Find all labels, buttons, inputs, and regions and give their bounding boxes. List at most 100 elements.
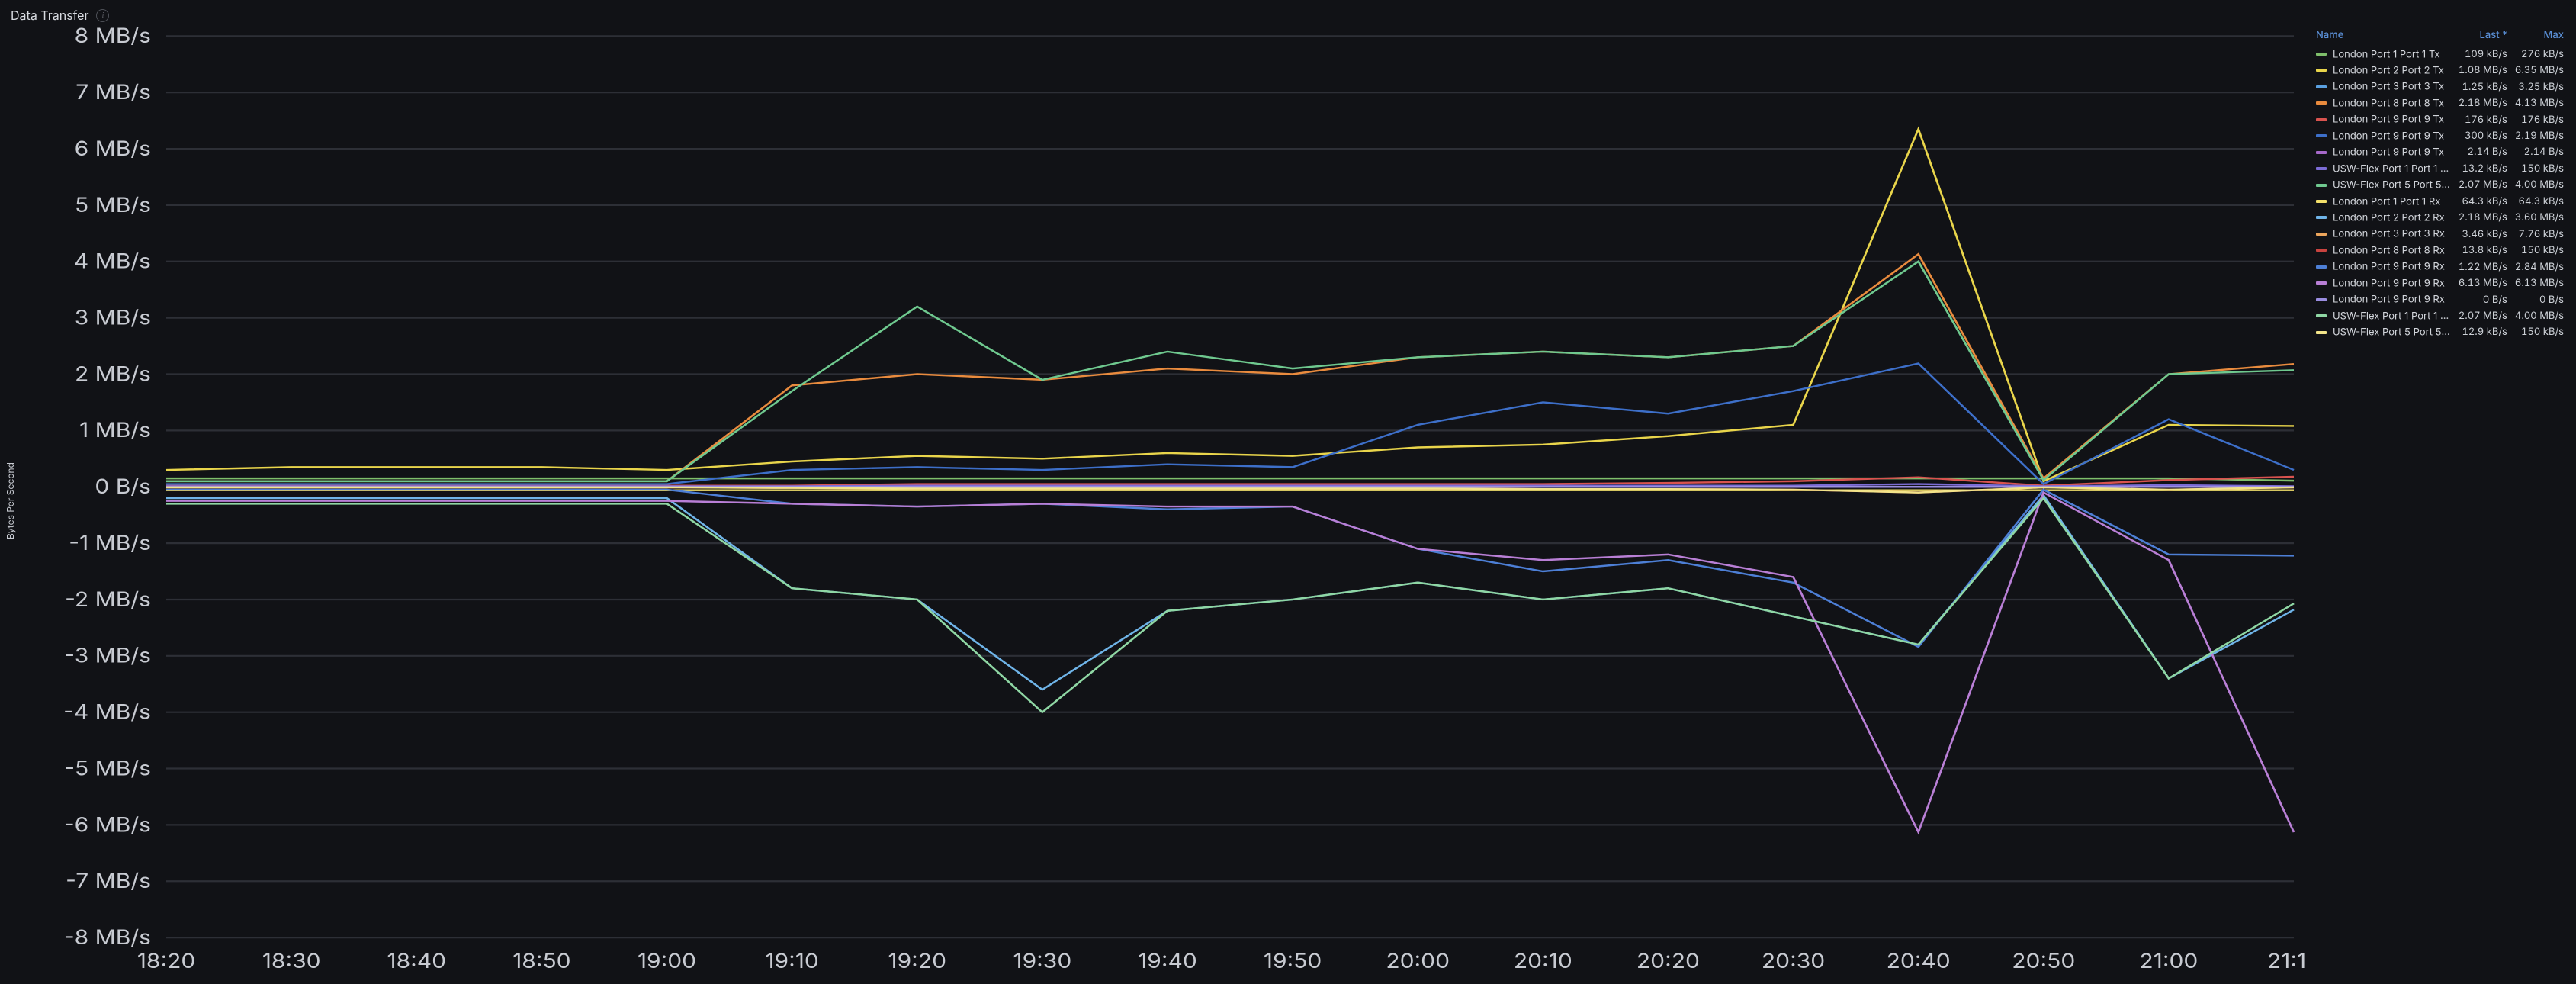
legend-series-last: 3.46 kB/s [2456,226,2512,242]
legend-row[interactable]: London Port 9 Port 9 Rx 6.13 MB/s6.13 MB/… [2313,275,2568,291]
legend-series-name: London Port 9 Port 9 Tx [2333,114,2444,126]
legend-row[interactable]: London Port 1 Port 1 Rx64.3 kB/s64.3 kB/… [2313,193,2568,209]
legend-series-name: London Port 9 Port 9 Tx [2333,130,2444,142]
svg-text:-5 MB/s: -5 MB/s [64,756,151,780]
svg-text:18:20: 18:20 [137,949,196,973]
legend-series-name: London Port 1 Port 1 Tx [2333,48,2440,60]
svg-text:18:30: 18:30 [262,949,321,973]
legend-series-last: 176 kB/s [2456,111,2512,127]
legend-header-max[interactable]: Max [2512,26,2568,46]
svg-text:19:10: 19:10 [765,949,819,973]
legend-header-last[interactable]: Last * [2456,26,2512,46]
legend-series-max: 150 kB/s [2512,160,2568,176]
legend-swatch [2316,101,2327,105]
panel-body: Bytes Per Second 8 MB/s7 MB/s6 MB/s5 MB/… [0,23,2576,982]
legend-header-name[interactable]: Name [2313,26,2456,46]
legend-series-name: USW-Flex Port 1 Port 1 Rx [2333,310,2452,322]
legend-row[interactable]: London Port 9 Port 9 Tx300 kB/s2.19 MB/s [2313,127,2568,143]
panel-title: Data Transfer [11,8,88,23]
legend-series-max: 4.00 MB/s [2512,307,2568,323]
svg-text:20:30: 20:30 [1762,949,1825,973]
svg-text:20:20: 20:20 [1636,949,1700,973]
legend-series-max: 4.13 MB/s [2512,95,2568,111]
svg-text:6 MB/s: 6 MB/s [75,137,151,161]
legend-series-max: 2.14 B/s [2512,144,2568,160]
legend-swatch [2316,331,2327,334]
legend-series-last: 2.07 MB/s [2456,177,2512,193]
legend-series-last: 13.2 kB/s [2456,160,2512,176]
legend-swatch [2316,265,2327,269]
legend-series-max: 3.60 MB/s [2512,210,2568,226]
legend-row[interactable]: USW-Flex Port 5 Port 5 Tx2.07 MB/s4.00 M… [2313,177,2568,193]
svg-text:-2 MB/s: -2 MB/s [65,587,151,611]
legend-series-max: 150 kB/s [2512,242,2568,258]
panel-header: Data Transfer i [0,0,2576,23]
legend-row[interactable]: London Port 3 Port 3 Tx1.25 kB/s3.25 kB/… [2313,79,2568,95]
svg-text:-7 MB/s: -7 MB/s [66,869,151,893]
svg-text:5 MB/s: 5 MB/s [75,192,151,217]
svg-text:20:10: 20:10 [1514,949,1572,973]
legend-series-max: 6.35 MB/s [2512,62,2568,78]
legend-row[interactable]: London Port 3 Port 3 Rx3.46 kB/s7.76 kB/… [2313,226,2568,242]
legend-row[interactable]: London Port 9 Port 9 Rx1.22 MB/s2.84 MB/… [2313,259,2568,275]
legend-row[interactable]: London Port 8 Port 8 Tx2.18 MB/s4.13 MB/… [2313,95,2568,111]
legend-row[interactable]: USW-Flex Port 1 Port 1 Rx2.07 MB/s4.00 M… [2313,307,2568,323]
legend-series-name: London Port 8 Port 8 Tx [2333,97,2444,109]
legend-series-last: 6.13 MB/s [2456,275,2512,291]
legend-row[interactable]: London Port 8 Port 8 Rx 13.8 kB/s150 kB/s [2313,242,2568,258]
legend-series-last: 2.18 MB/s [2456,210,2512,226]
legend-swatch [2316,134,2327,137]
legend-swatch [2316,200,2327,203]
legend-row[interactable]: London Port 1 Port 1 Tx109 kB/s276 kB/s [2313,46,2568,62]
legend-series-max: 0 B/s [2512,291,2568,307]
legend-row[interactable]: London Port 2 Port 2 Tx 1.08 MB/s6.35 MB/… [2313,62,2568,78]
svg-text:20:40: 20:40 [1887,949,1951,973]
svg-text:19:50: 19:50 [1264,949,1322,973]
legend-series-name: London Port 9 Port 9 Rx [2333,294,2445,306]
legend-series-max: 64.3 kB/s [2512,193,2568,209]
legend-series-name: London Port 2 Port 2 Tx [2333,64,2444,76]
svg-text:8 MB/s: 8 MB/s [75,26,151,48]
svg-text:-3 MB/s: -3 MB/s [64,643,151,667]
svg-text:-8 MB/s: -8 MB/s [64,925,151,950]
svg-text:1 MB/s: 1 MB/s [79,418,151,442]
legend-row[interactable]: London Port 9 Port 9 Rx 0 B/s0 B/s [2313,291,2568,307]
legend-series-last: 1.08 MB/s [2456,62,2512,78]
legend-swatch [2316,216,2327,219]
legend-series-max: 150 kB/s [2512,324,2568,340]
legend-row[interactable]: USW-Flex Port 5 Port 5 Rx12.9 kB/s150 kB… [2313,324,2568,340]
legend-row[interactable]: London Port 9 Port 9 Tx176 kB/s176 kB/s [2313,111,2568,127]
legend-series-name: London Port 8 Port 8 Rx [2333,244,2445,256]
legend-series-last: 0 B/s [2456,291,2512,307]
legend-series-name: London Port 9 Port 9 Rx [2333,261,2445,273]
legend-series-name: London Port 9 Port 9 Tx [2333,146,2444,159]
svg-text:18:40: 18:40 [387,949,446,973]
info-icon[interactable]: i [96,9,109,22]
legend-series-max: 276 kB/s [2512,46,2568,62]
legend-series-name: London Port 9 Port 9 Rx [2333,277,2445,289]
legend-series-max: 6.13 MB/s [2512,275,2568,291]
legend-series-last: 12.9 kB/s [2456,324,2512,340]
svg-text:20:00: 20:00 [1386,949,1450,973]
legend-series-name: USW-Flex Port 1 Port 1 Tx [2333,162,2452,175]
legend-row[interactable]: London Port 2 Port 2 Rx 2.18 MB/s3.60 MB/… [2313,210,2568,226]
legend-series-name: London Port 1 Port 1 Rx [2333,195,2440,207]
legend-swatch [2316,298,2327,301]
svg-text:2 MB/s: 2 MB/s [75,362,151,386]
legend-series-name: London Port 2 Port 2 Rx [2333,211,2445,223]
legend-series-last: 13.8 kB/s [2456,242,2512,258]
legend-series-name: USW-Flex Port 5 Port 5 Tx [2333,178,2456,191]
legend-series-name: London Port 3 Port 3 Tx [2333,81,2444,93]
svg-text:-6 MB/s: -6 MB/s [64,812,151,837]
svg-text:19:40: 19:40 [1138,949,1197,973]
svg-text:21:10: 21:10 [2267,949,2305,973]
legend-series-max: 3.25 kB/s [2512,79,2568,95]
legend-swatch [2316,85,2327,88]
legend-series-name: USW-Flex Port 5 Port 5 Rx [2333,326,2456,338]
plot-area[interactable]: 8 MB/s7 MB/s6 MB/s5 MB/s4 MB/s3 MB/s2 MB… [18,26,2305,975]
svg-text:20:50: 20:50 [2012,949,2075,973]
legend-row[interactable]: London Port 9 Port 9 Tx2.14 B/s2.14 B/s [2313,144,2568,160]
legend-series-last: 1.22 MB/s [2456,259,2512,275]
legend-swatch [2316,151,2327,154]
legend-row[interactable]: USW-Flex Port 1 Port 1 Tx 13.2 kB/s150 kB… [2313,160,2568,176]
